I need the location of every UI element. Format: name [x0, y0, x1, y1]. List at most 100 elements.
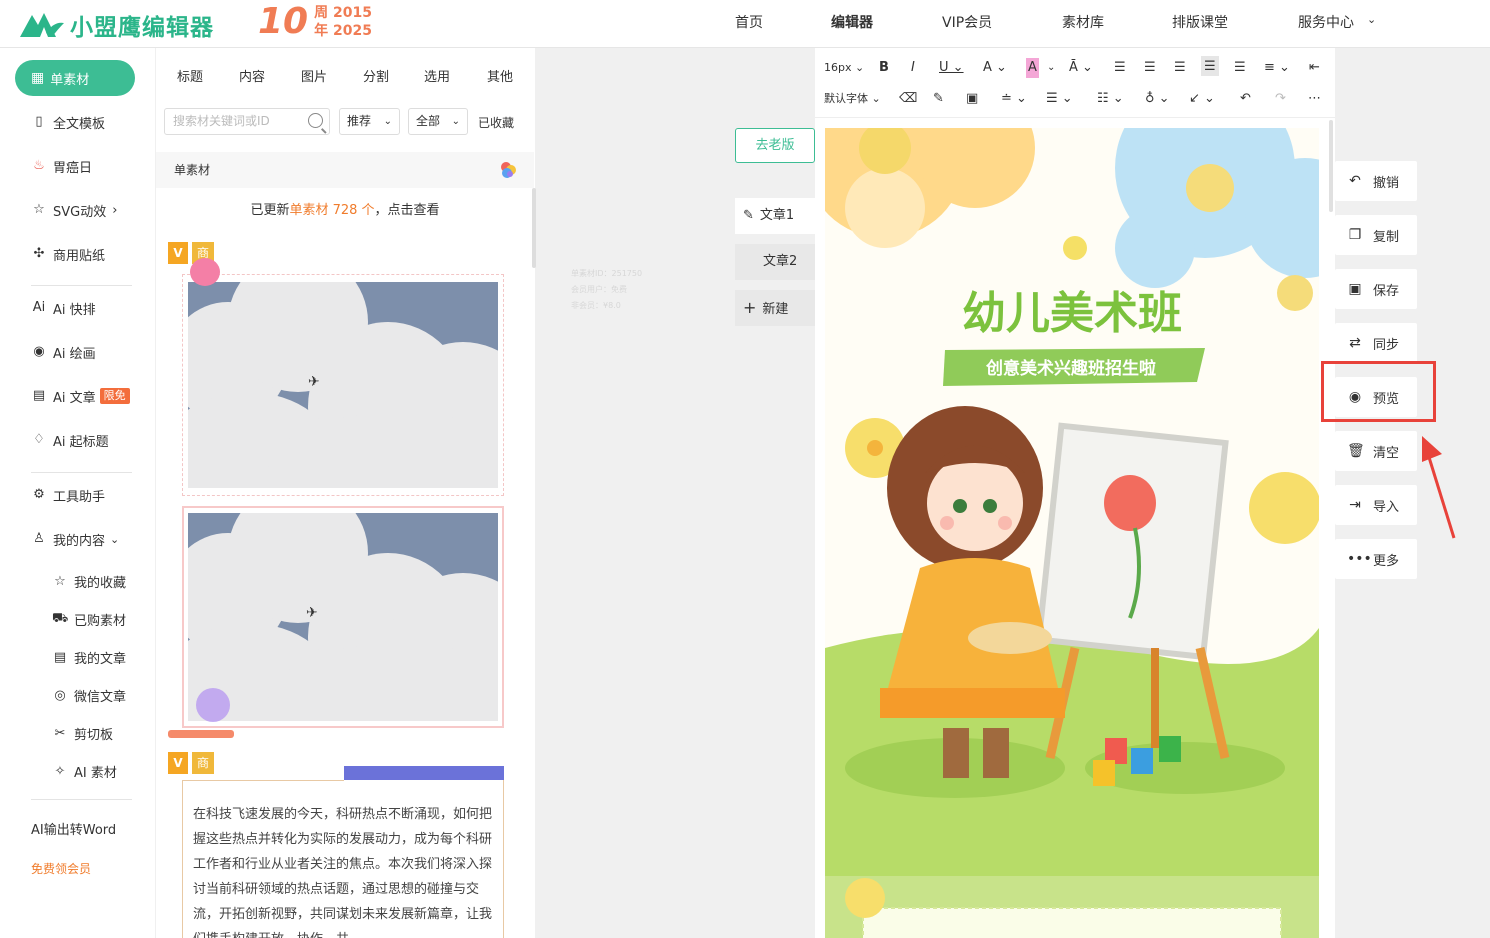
nav-courses[interactable]: 排版课堂: [1172, 0, 1228, 48]
paragraph-icon[interactable]: ☰ ⌄: [1046, 89, 1073, 109]
logo-text: 小盟鹰编辑器: [70, 15, 214, 41]
tab-other[interactable]: 其他: [487, 66, 513, 85]
sidebar-item-label: 免费领会员: [31, 861, 92, 876]
sidebar-item-ai-layout[interactable]: Ai Ai 快排: [31, 296, 96, 320]
tab-divider[interactable]: 分割: [363, 66, 389, 85]
material-tooltip: 单素材ID：251750 会员用户：免费 非会员：¥8.0: [565, 262, 650, 320]
plus-icon: +: [743, 298, 757, 317]
sidebar-sub-wechat[interactable]: ◎ 微信文章: [52, 686, 126, 705]
nav-materials[interactable]: 素材库: [1062, 0, 1104, 48]
image-icon[interactable]: ▣: [966, 89, 978, 109]
underline-icon[interactable]: U ⌄: [939, 58, 964, 78]
nav-home[interactable]: 首页: [735, 0, 763, 48]
editor-scrollbar[interactable]: [1329, 120, 1333, 212]
redo-icon[interactable]: ↷: [1275, 89, 1286, 109]
font-family-select[interactable]: 默认字体 ⌄: [824, 89, 881, 109]
action-label: 导入: [1373, 499, 1400, 515]
palette-icon: ◉: [33, 344, 45, 359]
spacing-icon[interactable]: ≐ ⌄: [1001, 89, 1027, 109]
align-center-icon[interactable]: ☰: [1144, 58, 1156, 78]
article-material-card[interactable]: 在科技飞速发展的今天，科研热点不断涌现，如何把握这些热点并转化为实际的发展动力，…: [182, 780, 504, 938]
service-chevron-icon[interactable]: ⌄: [1367, 0, 1376, 45]
sidebar-item-free-vip[interactable]: 免费领会员: [31, 856, 91, 880]
vip-tag: V: [168, 242, 188, 264]
save-button[interactable]: ▣ 保存: [1335, 269, 1417, 309]
import-button[interactable]: ⇥ 导入: [1335, 485, 1417, 525]
undo-icon[interactable]: ↶: [1240, 89, 1251, 109]
text-effect-icon[interactable]: Ā ⌄: [1069, 58, 1093, 78]
undo-button[interactable]: ↶ 撤销: [1335, 161, 1417, 201]
sidebar-item-tools[interactable]: ⚙ 工具助手: [31, 483, 105, 507]
align-left-icon[interactable]: ☰: [1114, 58, 1126, 78]
sidebar-sub-my-articles[interactable]: ▤ 我的文章: [52, 648, 126, 667]
bulb-icon[interactable]: ♁ ⌄: [1145, 89, 1170, 109]
copy-button[interactable]: ❐ 复制: [1335, 215, 1417, 255]
new-doc-button[interactable]: + 新建: [735, 290, 815, 326]
action-label: 保存: [1373, 283, 1400, 299]
logo[interactable]: 小盟鹰编辑器: [18, 8, 214, 42]
collected-filter[interactable]: 已收藏: [478, 114, 514, 131]
tab-title[interactable]: 标题: [177, 66, 203, 85]
chevron-down-icon[interactable]: ⌄: [1047, 58, 1055, 78]
align-justify-icon[interactable]: ☰: [1201, 56, 1219, 76]
user-icon: ♙: [33, 531, 45, 546]
doc-tab-1[interactable]: ✎ 文章1: [735, 198, 815, 234]
sidebar-item-stomach-day[interactable]: ♨ 胃癌日: [31, 154, 92, 178]
more-icon[interactable]: ⋯: [1308, 89, 1321, 109]
search-icon[interactable]: [308, 113, 323, 128]
sidebar-item-stickers[interactable]: ✣ 商用贴纸: [31, 242, 105, 266]
font-size-select[interactable]: 16px ⌄: [824, 58, 864, 78]
all-dropdown[interactable]: 全部 ⌄: [408, 108, 468, 135]
sidebar-item-word-convert[interactable]: AI输出转Word: [31, 816, 116, 840]
tab-content[interactable]: 内容: [239, 66, 265, 85]
format-brush-icon[interactable]: ✎: [933, 89, 944, 109]
sidebar-item-ai-title[interactable]: ♢ Ai 起标题: [31, 428, 109, 452]
more-button[interactable]: ••• 更多: [1335, 539, 1417, 579]
sidebar-sub-label: 剪切板: [74, 728, 114, 743]
sidebar-item-single-material[interactable]: ▦ 单素材: [15, 60, 135, 96]
search-input[interactable]: 搜索材关键词或ID: [164, 108, 330, 135]
sync-button[interactable]: ⇄ 同步: [1335, 323, 1417, 363]
eraser-icon[interactable]: ⌫: [899, 89, 917, 109]
recommend-dropdown[interactable]: 推荐 ⌄: [339, 108, 400, 135]
doc-tab-2[interactable]: 文章2: [735, 244, 815, 280]
sidebar-item-full-template[interactable]: ▯ 全文模板: [31, 110, 105, 134]
panel-scrollbar[interactable]: [532, 188, 536, 268]
color-palette-icon[interactable]: [498, 160, 518, 180]
poster-preview[interactable]: 幼儿美术班 创意美术兴趣班招生啦: [825, 128, 1319, 938]
line-height-icon[interactable]: ≡ ⌄: [1264, 58, 1290, 78]
trash-icon: 🗑: [1347, 443, 1365, 459]
italic-icon[interactable]: I: [911, 58, 915, 78]
sidebar-sub-ai-material[interactable]: ✧ AI 素材: [52, 762, 117, 781]
nav-service[interactable]: 服务中心: [1298, 0, 1354, 48]
update-notice[interactable]: 已更新单素材 728 个，点击查看: [164, 191, 526, 231]
sidebar-item-label: Ai 起标题: [53, 434, 109, 450]
highlight-color-icon[interactable]: A: [1026, 58, 1039, 78]
sidebar-sub-favorites[interactable]: ☆ 我的收藏: [52, 572, 126, 591]
indent-icon[interactable]: ☰: [1234, 58, 1246, 78]
arrow-icon[interactable]: ↙ ⌄: [1189, 89, 1215, 109]
tab-image[interactable]: 图片: [301, 66, 327, 85]
star-icon: ☆: [33, 202, 45, 217]
sidebar-sub-label: 我的收藏: [74, 576, 127, 591]
paw-sticker-icon: [196, 688, 230, 722]
update-count: 单素材 728 个: [289, 203, 375, 218]
tab-selected[interactable]: 选用: [424, 66, 450, 85]
align-right-icon[interactable]: ☰: [1174, 58, 1186, 78]
nav-vip[interactable]: VIP会员: [942, 0, 992, 48]
card-accent-bar: [168, 730, 234, 738]
bold-icon[interactable]: B: [879, 58, 889, 78]
sidebar-item-label: Ai 快排: [53, 302, 96, 318]
old-version-button[interactable]: 去老版: [735, 128, 815, 163]
sidebar-item-ai-article[interactable]: ▤ Ai 文章 限免: [31, 384, 130, 408]
nav-editor[interactable]: 编辑器: [831, 0, 873, 48]
exit-fullscreen-icon[interactable]: ⇤: [1309, 58, 1320, 78]
sidebar-item-ai-draw[interactable]: ◉ Ai 绘画: [31, 340, 95, 364]
font-color-icon[interactable]: A ⌄: [983, 58, 1007, 78]
sidebar-item-my-content[interactable]: ♙ 我的内容 ⌄: [31, 527, 119, 551]
indent-format-icon[interactable]: ☷ ⌄: [1097, 89, 1124, 109]
sidebar-item-svg[interactable]: ☆ SVG动效 ›: [31, 198, 117, 222]
sidebar-sub-clipboard[interactable]: ✂ 剪切板: [52, 724, 113, 743]
clear-button[interactable]: 🗑 清空: [1335, 431, 1417, 471]
sidebar-sub-purchased[interactable]: ⛟ 已购素材: [52, 610, 126, 629]
